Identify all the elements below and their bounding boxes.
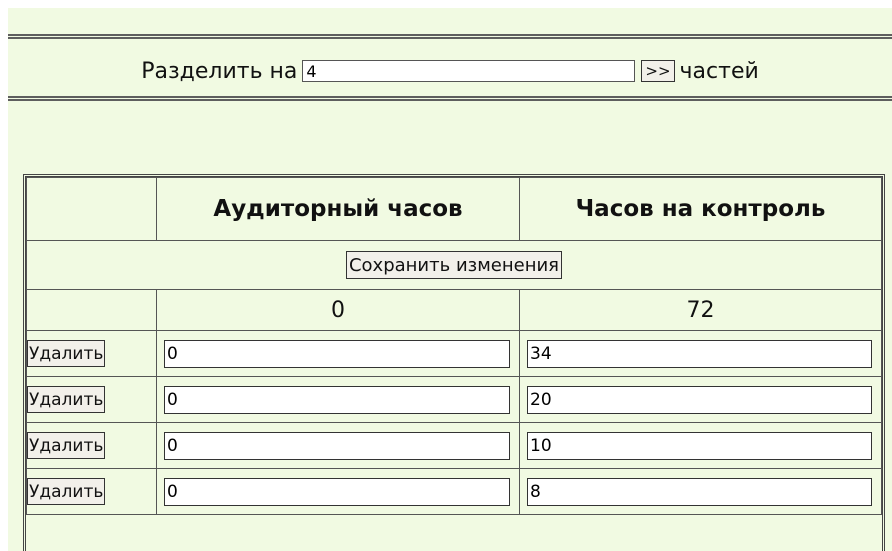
split-label-after: частей — [679, 58, 759, 84]
table-row: Удалить — [26, 330, 882, 377]
split-form: Разделить на >> частей — [8, 53, 892, 89]
bottom-divider — [8, 96, 892, 101]
header-auditory-hours: Аудиторный часов — [156, 177, 520, 241]
content-panel: Разделить на >> частей Аудиторный часов … — [8, 8, 892, 551]
auditory-hours-input[interactable] — [164, 385, 510, 414]
header-empty — [26, 177, 157, 241]
save-row: Сохранить изменения — [26, 240, 882, 290]
control-hours-input[interactable] — [527, 385, 872, 414]
split-label-before: Разделить на — [141, 58, 298, 84]
auditory-hours-input[interactable] — [164, 339, 510, 368]
control-hours-input[interactable] — [527, 339, 872, 368]
auditory-hours-input[interactable] — [164, 477, 510, 506]
parts-count-input[interactable] — [302, 60, 636, 82]
table-row: Удалить — [26, 468, 882, 515]
delete-button[interactable]: Удалить — [27, 340, 106, 367]
page: Разделить на >> частей Аудиторный часов … — [0, 0, 892, 551]
save-changes-button[interactable]: Сохранить изменения — [345, 251, 563, 279]
auditory-cell — [156, 422, 520, 469]
delete-button[interactable]: Удалить — [27, 386, 106, 413]
control-cell — [519, 468, 882, 515]
delete-cell: Удалить — [26, 376, 157, 423]
split-go-button[interactable]: >> — [641, 60, 675, 82]
control-hours-input[interactable] — [527, 477, 872, 506]
control-cell — [519, 330, 882, 377]
delete-button[interactable]: Удалить — [27, 478, 106, 505]
control-cell — [519, 376, 882, 423]
auditory-cell — [156, 330, 520, 377]
total-auditory-hours: 0 — [156, 289, 520, 331]
top-divider — [8, 34, 892, 39]
total-control-hours: 72 — [519, 289, 882, 331]
table-row: Удалить — [26, 422, 882, 469]
auditory-cell — [156, 376, 520, 423]
auditory-cell — [156, 468, 520, 515]
header-control-hours: Часов на контроль — [519, 177, 882, 241]
header-row: Аудиторный часов Часов на контроль — [26, 177, 882, 241]
delete-button[interactable]: Удалить — [27, 432, 106, 459]
auditory-hours-input[interactable] — [164, 431, 510, 460]
hours-table-wrapper: Аудиторный часов Часов на контроль Сохра… — [23, 174, 885, 551]
totals-empty-cell — [26, 289, 157, 331]
delete-cell: Удалить — [26, 468, 157, 515]
control-cell — [519, 422, 882, 469]
hours-table: Аудиторный часов Часов на контроль Сохра… — [26, 177, 882, 515]
control-hours-input[interactable] — [527, 431, 872, 460]
delete-cell: Удалить — [26, 422, 157, 469]
delete-cell: Удалить — [26, 330, 157, 377]
totals-row: 0 72 — [26, 289, 882, 331]
save-cell: Сохранить изменения — [26, 240, 882, 290]
table-row: Удалить — [26, 376, 882, 423]
